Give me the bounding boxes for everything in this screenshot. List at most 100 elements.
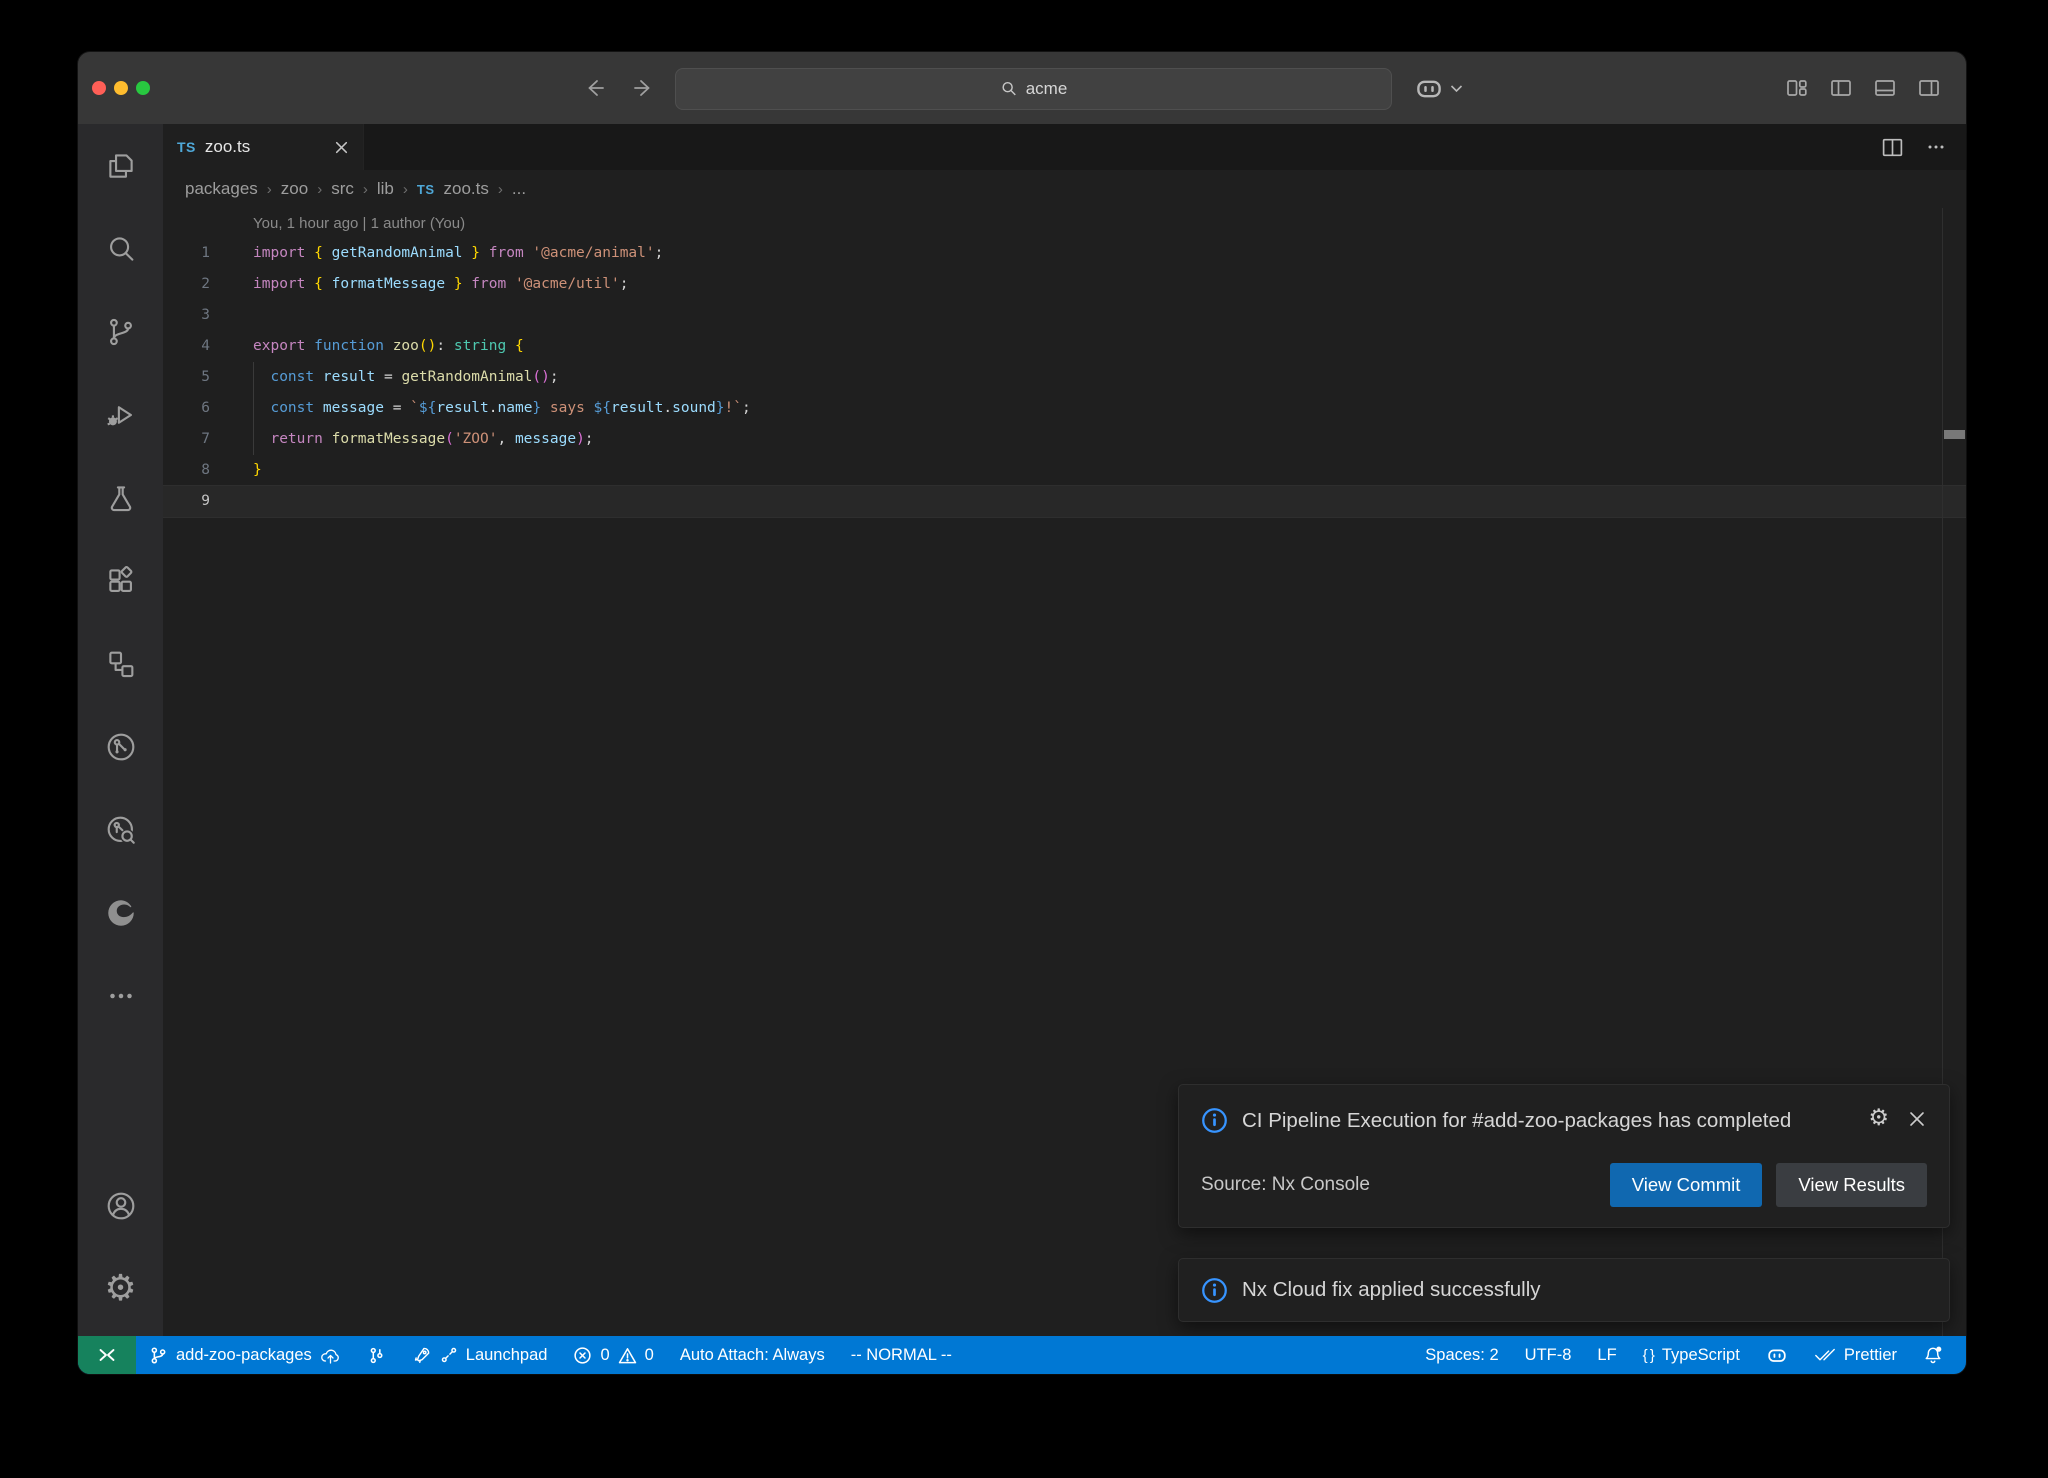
source-control-icon[interactable]	[78, 290, 163, 373]
copilot-status[interactable]	[1753, 1336, 1801, 1374]
view-results-button[interactable]: View Results	[1776, 1163, 1927, 1207]
copilot-icon[interactable]	[1414, 73, 1444, 103]
run-and-debug-icon[interactable]	[78, 373, 163, 456]
accounts-icon[interactable]	[78, 1164, 163, 1247]
search-icon	[1000, 80, 1018, 98]
tab-bar: TS zoo.ts	[163, 124, 1966, 170]
branch-name: add-zoo-packages	[176, 1346, 312, 1365]
breadcrumb-separator: ›	[363, 181, 368, 198]
settings-gear-icon[interactable]: ⚙	[78, 1247, 163, 1330]
more-views-icon[interactable]	[78, 954, 163, 1037]
title-bar: acme	[78, 52, 1966, 124]
breadcrumb: packages › zoo › src › lib › TS zoo.ts ›…	[163, 170, 1966, 208]
git-blame-annotation[interactable]: You, 1 hour ago | 1 author (You)	[253, 208, 1966, 238]
view-commit-button[interactable]: View Commit	[1610, 1163, 1763, 1207]
encoding-status[interactable]: UTF-8	[1512, 1336, 1585, 1374]
breadcrumb-packages[interactable]: packages	[185, 179, 258, 199]
breadcrumb-file[interactable]: zoo.ts	[444, 179, 489, 199]
line-number: 5	[163, 362, 210, 393]
customize-layout-icon[interactable]	[1784, 76, 1810, 100]
typescript-file-icon: TS	[417, 182, 435, 197]
auto-attach-status[interactable]: Auto Attach: Always	[667, 1336, 838, 1374]
info-icon	[1201, 1107, 1228, 1134]
search-view-icon[interactable]	[78, 207, 163, 290]
split-editor-icon[interactable]	[1881, 137, 1904, 158]
code-line-1[interactable]: 1import { getRandomAnimal } from '@acme/…	[163, 238, 1966, 269]
toggle-panel-icon[interactable]	[1872, 76, 1898, 100]
nx-cloud-icon[interactable]	[78, 788, 163, 871]
eol-status[interactable]: LF	[1584, 1336, 1629, 1374]
forward-icon[interactable]	[631, 76, 655, 100]
code-line-6[interactable]: 6 const message = `${result.name} says $…	[163, 393, 1966, 424]
git-graph-icon	[367, 1346, 386, 1365]
zoom-window-button[interactable]	[136, 81, 150, 95]
code-line-3[interactable]: 3	[163, 300, 1966, 331]
problems-status[interactable]: 0 0	[560, 1336, 666, 1374]
typescript-file-icon: TS	[177, 139, 196, 155]
notification-message: CI Pipeline Execution for #add-zoo-packa…	[1242, 1103, 1854, 1139]
indentation-status[interactable]: Spaces: 2	[1412, 1336, 1511, 1374]
breadcrumb-src[interactable]: src	[331, 179, 354, 199]
close-window-button[interactable]	[92, 81, 106, 95]
copilot-icon	[1766, 1344, 1788, 1366]
minimize-window-button[interactable]	[114, 81, 128, 95]
toggle-secondary-sidebar-icon[interactable]	[1916, 76, 1942, 100]
code-line-9[interactable]: 9	[163, 486, 1966, 517]
vscode-window: acme	[78, 52, 1966, 1374]
status-bar: add-zoo-packages	[78, 1336, 1966, 1374]
breadcrumb-separator: ›	[403, 181, 408, 198]
formatter-label: Prettier	[1844, 1346, 1897, 1365]
remote-indicator[interactable]	[78, 1336, 136, 1374]
git-branch-icon	[149, 1346, 168, 1365]
code-line-7[interactable]: 7 return formatMessage('ZOO', message);	[163, 424, 1966, 455]
code-text: const message = `${result.name} says ${r…	[253, 393, 751, 424]
command-center-search[interactable]: acme	[675, 68, 1392, 110]
launchpad-status[interactable]: Launchpad	[399, 1336, 561, 1374]
git-graph-status[interactable]	[354, 1336, 399, 1374]
window-controls	[92, 52, 150, 124]
code-line-4[interactable]: 4export function zoo(): string {	[163, 331, 1966, 362]
breadcrumb-separator: ›	[498, 181, 503, 198]
line-number: 9	[163, 486, 210, 517]
line-number: 1	[163, 238, 210, 269]
breadcrumb-zoo[interactable]: zoo	[281, 179, 308, 199]
toggle-primary-sidebar-icon[interactable]	[1828, 76, 1854, 100]
notification-close-icon[interactable]	[1907, 1109, 1927, 1129]
rocket-icon	[412, 1345, 432, 1365]
chevron-down-icon[interactable]	[1450, 84, 1463, 93]
error-count: 0	[600, 1346, 609, 1365]
extensions-icon[interactable]	[78, 539, 163, 622]
back-icon[interactable]	[583, 76, 607, 100]
code-line-8[interactable]: 8}	[163, 455, 1966, 486]
line-number: 2	[163, 269, 210, 300]
warning-count: 0	[645, 1346, 654, 1365]
notification-ci-pipeline: CI Pipeline Execution for #add-zoo-packa…	[1178, 1084, 1950, 1228]
code-text: return formatMessage('ZOO', message);	[253, 424, 594, 455]
git-branch-status[interactable]: add-zoo-packages	[136, 1336, 354, 1374]
language-mode-status[interactable]: { } TypeScript	[1630, 1336, 1753, 1374]
nx-console-icon[interactable]	[78, 705, 163, 788]
line-number: 6	[163, 393, 210, 424]
explorer-icon[interactable]	[78, 124, 163, 207]
notification-source: Source: Nx Console	[1201, 1174, 1370, 1196]
cloud-upload-icon	[320, 1347, 341, 1364]
code-line-2[interactable]: 2 import { formatMessage } from '@acme/ut…	[163, 269, 1966, 300]
tab-zoo-ts[interactable]: TS zoo.ts	[163, 124, 364, 170]
info-icon	[1201, 1277, 1228, 1304]
notification-toasts: CI Pipeline Execution for #add-zoo-packa…	[1178, 1084, 1950, 1322]
close-tab-icon[interactable]	[334, 140, 349, 155]
breadcrumb-lib[interactable]: lib	[377, 179, 394, 199]
remote-explorer-icon[interactable]	[78, 622, 163, 705]
overview-ruler-mark	[1944, 430, 1965, 439]
notifications-bell[interactable]	[1910, 1336, 1956, 1374]
microsoft-edge-icon[interactable]	[78, 871, 163, 954]
code-line-5[interactable]: 5 const result = getRandomAnimal();	[163, 362, 1966, 393]
vim-mode-status[interactable]: -- NORMAL --	[838, 1336, 965, 1374]
notification-settings-gear-icon[interactable]: ⚙	[1868, 1107, 1889, 1130]
more-actions-icon[interactable]	[1926, 137, 1946, 157]
breadcrumb-symbol[interactable]: ...	[512, 179, 526, 199]
formatter-status[interactable]: Prettier	[1801, 1336, 1910, 1374]
code-text: const result = getRandomAnimal();	[253, 362, 559, 393]
testing-icon[interactable]	[78, 456, 163, 539]
code-text: import { formatMessage } from '@acme/uti…	[253, 269, 628, 300]
